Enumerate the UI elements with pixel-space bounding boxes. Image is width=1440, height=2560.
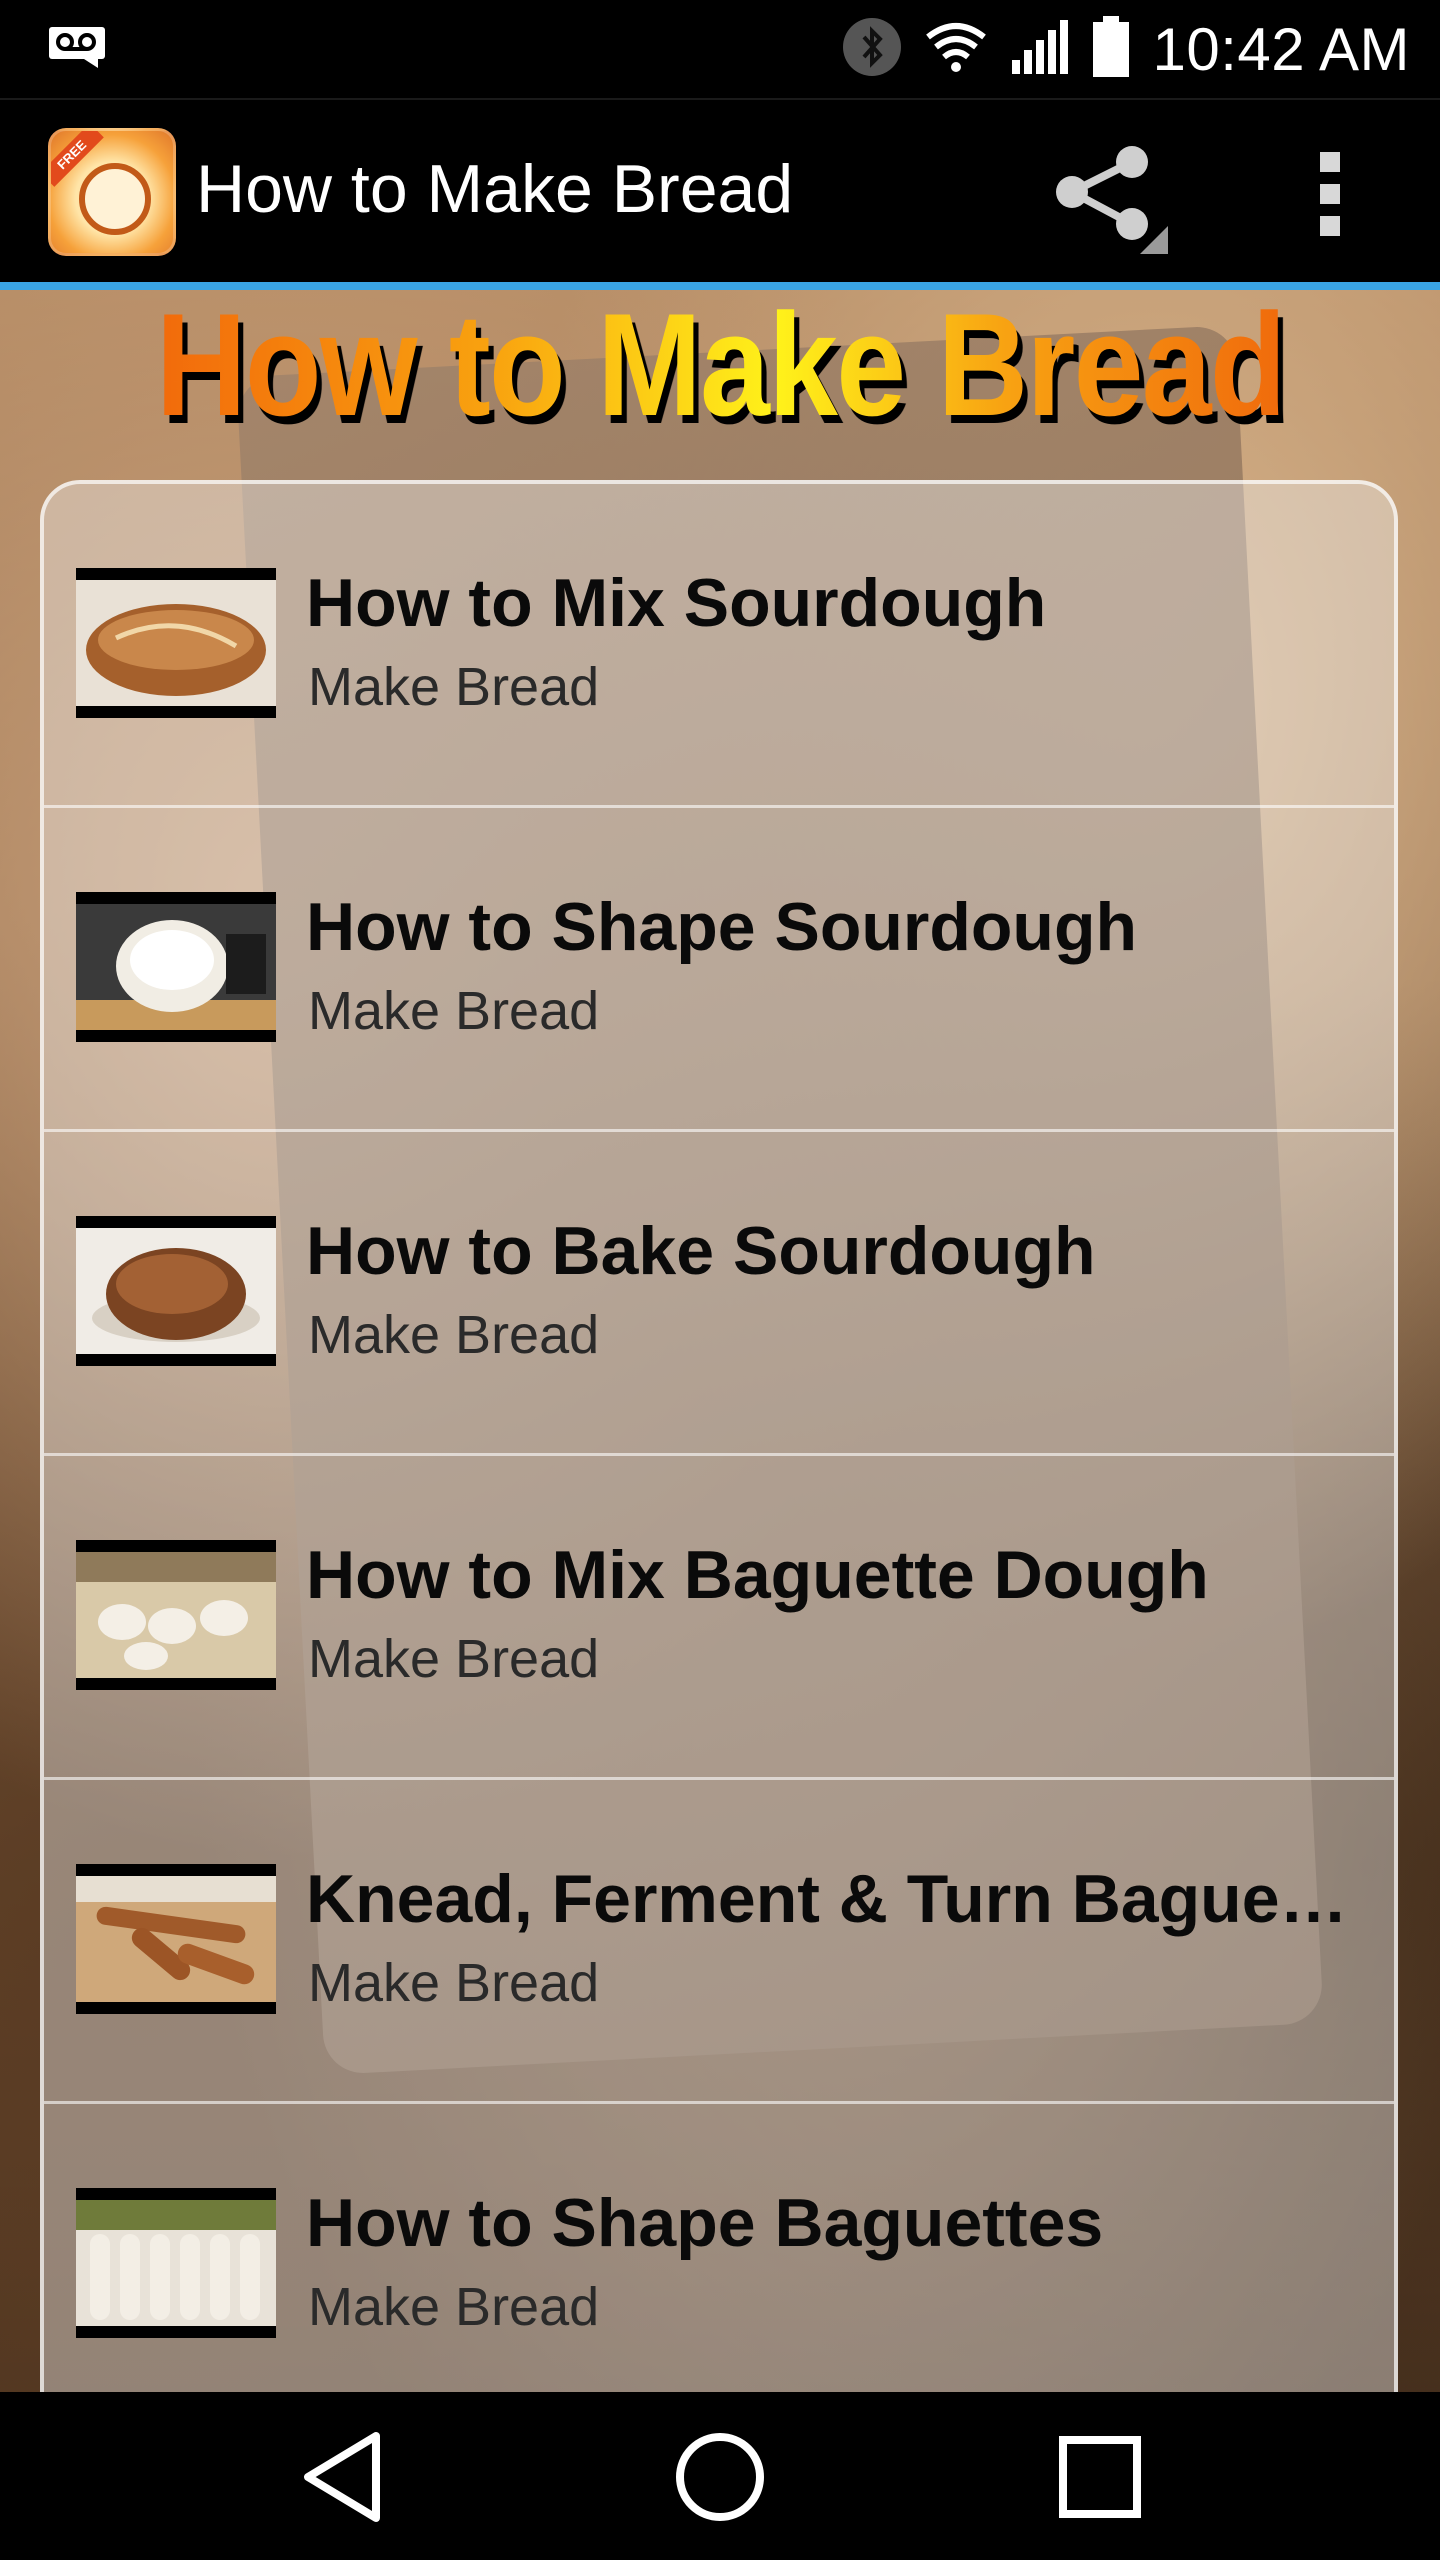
item-subtitle: Make Bread	[308, 2277, 600, 2337]
recents-button[interactable]	[1045, 2422, 1155, 2532]
dough-bowl-thumbnail	[76, 904, 276, 1030]
app-icon[interactable]: FREE	[48, 128, 176, 256]
status-icons: 10:42 AM	[842, 12, 1410, 86]
more-vert-icon	[1320, 152, 1340, 172]
clock: 10:42 AM	[1152, 15, 1410, 83]
thumbnail	[76, 892, 276, 1042]
overflow-menu-button[interactable]	[1290, 140, 1370, 250]
more-vert-dot	[1320, 216, 1340, 236]
list-item[interactable]: How to Shape Sourdough Make Bread	[44, 808, 1394, 1132]
more-vert-dot	[1320, 184, 1340, 204]
thumbnail	[76, 1540, 276, 1690]
thumbnail	[76, 568, 276, 718]
screen: 10:42 AM FREE How to Make Bread How to M…	[0, 0, 1440, 2560]
recents-icon	[1059, 2436, 1141, 2518]
item-subtitle: Make Bread	[308, 1953, 600, 2013]
list-item[interactable]: How to Mix Baguette Dough Make Bread	[44, 1456, 1394, 1780]
item-title: How to Mix Sourdough	[306, 565, 1047, 641]
thumbnail	[76, 2188, 276, 2338]
wifi-icon	[924, 21, 988, 78]
list-item[interactable]: How to Mix Sourdough Make Bread	[44, 484, 1394, 808]
item-title: How to Bake Sourdough	[306, 1213, 1096, 1289]
item-subtitle: Make Bread	[308, 981, 600, 1041]
back-icon	[304, 2432, 380, 2522]
dough-balls-thumbnail	[76, 1552, 276, 1678]
voicemail-icon	[48, 26, 106, 73]
banner-title: How to Make Bread	[155, 290, 1287, 446]
list-item[interactable]: Knead, Ferment & Turn Baguet… Make Bread	[44, 1780, 1394, 2104]
baked-loaf-thumbnail	[76, 1228, 276, 1354]
battery-icon	[1092, 15, 1130, 83]
main-content: How to Make Bread How to Mix Sourdough M…	[0, 290, 1440, 2392]
share-button[interactable]	[1040, 142, 1180, 258]
back-button[interactable]	[290, 2422, 400, 2532]
item-title: How to Mix Baguette Dough	[306, 1537, 1209, 1613]
home-icon	[676, 2433, 764, 2521]
item-title: Knead, Ferment & Turn Baguet…	[306, 1861, 1366, 1937]
baguettes-shaping-thumbnail	[76, 2200, 276, 2326]
sourdough-loaf-thumbnail	[76, 580, 276, 706]
item-title: How to Shape Sourdough	[306, 889, 1138, 965]
share-icon	[1056, 146, 1168, 254]
bluetooth-icon	[842, 17, 902, 82]
home-button[interactable]	[665, 2422, 775, 2532]
thumbnail	[76, 1216, 276, 1366]
baguettes-board-thumbnail	[76, 1876, 276, 2002]
signal-icon	[1010, 18, 1070, 81]
list-item[interactable]: How to Bake Sourdough Make Bread	[44, 1132, 1394, 1456]
app-title: How to Make Bread	[196, 151, 794, 227]
item-subtitle: Make Bread	[308, 1305, 600, 1365]
thumbnail	[76, 1864, 276, 2014]
action-bar-divider	[0, 282, 1440, 290]
bread-logo-icon	[79, 163, 151, 235]
status-bar: 10:42 AM	[0, 0, 1440, 98]
item-subtitle: Make Bread	[308, 1629, 600, 1689]
list-item[interactable]: How to Shape Baguettes Make Bread	[44, 2104, 1394, 2392]
item-subtitle: Make Bread	[308, 657, 600, 717]
item-title: How to Shape Baguettes	[306, 2185, 1104, 2261]
banner: How to Make Bread	[0, 290, 1440, 440]
video-list[interactable]: How to Mix Sourdough Make Bread How to S…	[40, 480, 1398, 2392]
navigation-bar	[0, 2392, 1440, 2560]
